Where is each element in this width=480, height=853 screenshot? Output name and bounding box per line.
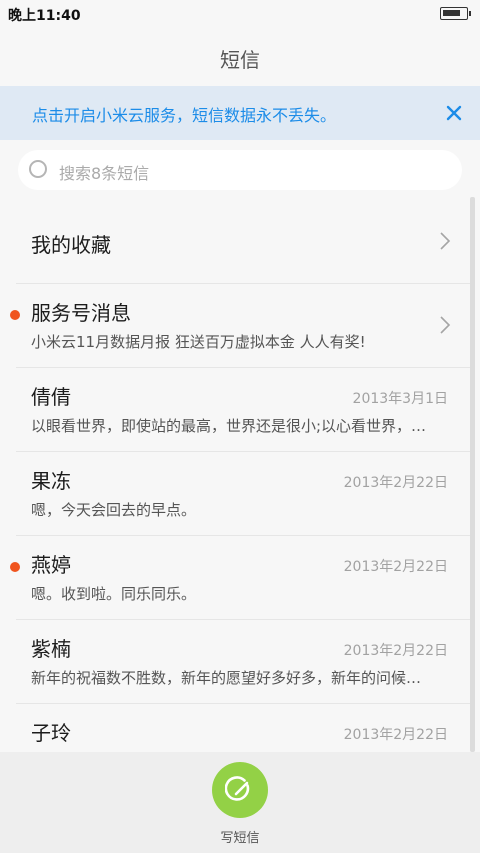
- message-preview: 以眼看世界，即使站的最高，世界还是很小;以心看世界，…: [31, 417, 427, 435]
- compose-label[interactable]: 写短信: [0, 827, 480, 846]
- search-input[interactable]: 搜索8条短信: [18, 150, 462, 190]
- battery-level: [443, 10, 460, 16]
- page-title: 短信: [220, 48, 260, 72]
- message-date: 2013年2月22日: [343, 559, 448, 575]
- contact-name: 果冻: [31, 469, 71, 493]
- unread-dot: [10, 562, 20, 572]
- conversation-item[interactable]: 燕婷 2013年2月22日 嗯。收到啦。同乐同乐。: [0, 536, 470, 620]
- conversation-item[interactable]: 倩倩 2013年3月1日 以眼看世界，即使站的最高，世界还是很小;以心看世界，…: [0, 368, 470, 452]
- status-time: 晚上11:40: [8, 8, 81, 24]
- favorites-item[interactable]: 我的收藏: [0, 200, 470, 284]
- search-icon: [28, 159, 50, 181]
- chevron-right-icon: [438, 314, 452, 336]
- favorites-label: 我的收藏: [31, 233, 111, 257]
- message-preview: 新年的祝福数不胜数，新年的愿望好多好多，新年的问候…: [31, 669, 422, 687]
- message-preview: 嗯，今天会回去的早点。: [31, 501, 197, 519]
- compose-button[interactable]: [212, 762, 268, 818]
- compose-icon: [225, 776, 250, 801]
- service-messages-item[interactable]: 服务号消息 小米云11月数据月报 狂送百万虚拟本金 人人有奖!: [0, 284, 470, 368]
- conversation-item[interactable]: 紫楠 2013年2月22日 新年的祝福数不胜数，新年的愿望好多好多，新年的问候…: [0, 620, 470, 704]
- message-date: 2013年2月22日: [343, 727, 448, 743]
- service-preview: 小米云11月数据月报 狂送百万虚拟本金 人人有奖!: [31, 333, 366, 351]
- banner-text[interactable]: 点击开启小米云服务，短信数据永不丢失。: [32, 102, 336, 126]
- conversation-item[interactable]: 子玲 2013年2月22日: [0, 704, 470, 752]
- conversation-item[interactable]: 果冻 2013年2月22日 嗯，今天会回去的早点。: [0, 452, 470, 536]
- message-date: 2013年2月22日: [343, 643, 448, 659]
- contact-name: 燕婷: [31, 553, 71, 577]
- scrollbar[interactable]: [470, 197, 475, 752]
- contact-name: 子玲: [31, 721, 71, 745]
- chevron-right-icon: [438, 230, 452, 252]
- unread-dot: [10, 310, 20, 320]
- bottom-bar: 写短信: [0, 752, 480, 853]
- battery-icon: [440, 7, 471, 20]
- search-placeholder: 搜索8条短信: [59, 164, 150, 183]
- message-preview: 嗯。收到啦。同乐同乐。: [31, 585, 197, 603]
- status-bar: 晚上11:40: [0, 0, 480, 28]
- title-bar: 短信: [0, 28, 480, 86]
- message-list: 我的收藏 服务号消息 小米云11月数据月报 狂送百万虚拟本金 人人有奖! 倩倩 …: [0, 200, 470, 752]
- close-icon[interactable]: [440, 99, 468, 127]
- service-name: 服务号消息: [31, 301, 131, 325]
- contact-name: 倩倩: [31, 385, 71, 409]
- message-date: 2013年2月22日: [343, 475, 448, 491]
- cloud-service-banner[interactable]: 点击开启小米云服务，短信数据永不丢失。: [0, 86, 480, 140]
- contact-name: 紫楠: [31, 637, 71, 661]
- message-date: 2013年3月1日: [352, 391, 448, 407]
